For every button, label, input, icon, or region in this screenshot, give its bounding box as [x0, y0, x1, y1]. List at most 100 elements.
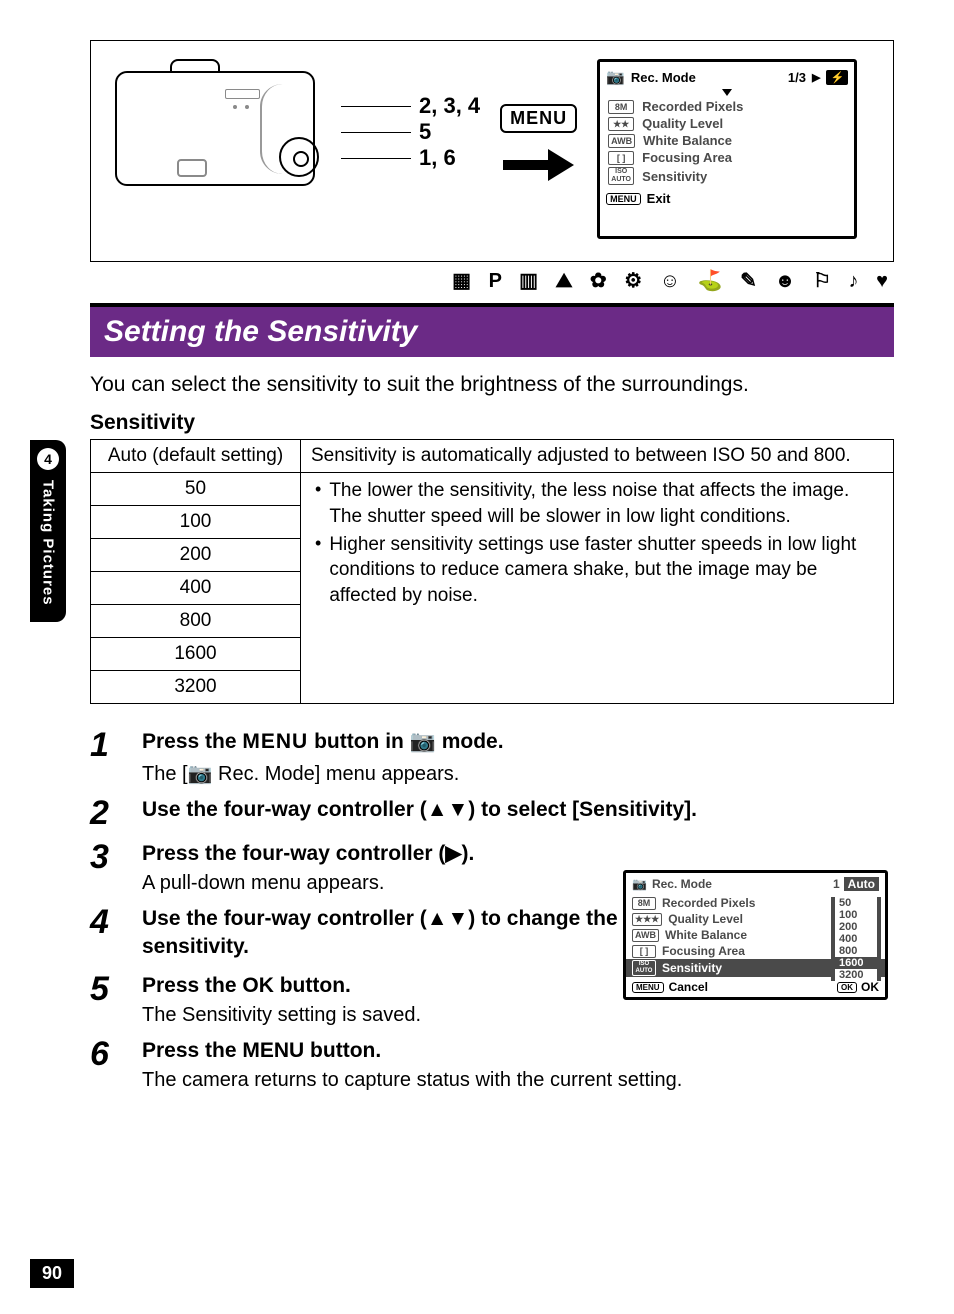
callout-16: 1, 6 — [419, 145, 456, 171]
lcd-preview-2: 📷 Rec. Mode 1 Auto 8M Recorded Pixels ★★★ Q… — [623, 870, 888, 1000]
camera-icon: 📷 — [606, 68, 625, 86]
table-cell: The lower the sensitivity, the less nois… — [301, 473, 894, 704]
dropdown-item: 3200 — [835, 969, 881, 981]
step-sub: A pull-down menu appears. — [142, 872, 474, 895]
lcd1-row-label: Recorded Pixels — [642, 99, 743, 114]
lcd1-row-icon: 8M — [608, 100, 634, 114]
table-cell: 50 — [91, 473, 301, 506]
step-6: 6 Press the MENU button. The camera retu… — [90, 1037, 894, 1092]
step-sub: Rec. Mode] menu appears. — [212, 763, 459, 785]
lcd2-row-label: Focusing Area — [662, 944, 745, 958]
intro-text: You can select the sensitivity to suit t… — [90, 371, 894, 399]
lcd1-page: 1/3 — [788, 70, 806, 85]
chapter-title: Taking Pictures — [40, 480, 57, 606]
flash-icon: ⚡ — [826, 70, 848, 85]
menu-button-inline: MENU — [242, 730, 308, 753]
table-cell: Auto (default setting) — [91, 440, 301, 473]
lcd1-title: Rec. Mode — [631, 70, 696, 85]
step-number: 2 — [90, 796, 120, 830]
lcd2-row-label: Quality Level — [668, 912, 743, 926]
lcd2-title: Rec. Mode — [652, 877, 712, 891]
table-cell: 200 — [91, 539, 301, 572]
lcd1-row-label: White Balance — [643, 133, 732, 148]
lcd2-row-icon: AWB — [632, 929, 659, 942]
page-number: 90 — [30, 1259, 74, 1288]
bullet-text: Higher sensitivity settings use faster s… — [329, 532, 883, 609]
camera-icon: 📷 — [410, 730, 436, 753]
top-diagram: 2, 3, 4 5 1, 6 MENU 📷 Rec. Mode 1/3 — [90, 40, 894, 262]
lcd2-page-num: 1 — [833, 877, 840, 891]
dropdown-item-selected: 1600 — [835, 957, 881, 969]
step-heading: button. — [274, 974, 351, 997]
table-cell: 100 — [91, 506, 301, 539]
lcd2-ok-button: OK — [837, 982, 857, 993]
table-cell: 800 — [91, 605, 301, 638]
step-heading: Press the MENU button. — [142, 1037, 682, 1065]
section-title: Setting the Sensitivity — [90, 303, 894, 357]
l lcd2-ok-label: OK — [861, 980, 879, 994]
step-number: 3 — [90, 840, 120, 895]
table-cell: 400 — [91, 572, 301, 605]
step-heading: Use the four-way controller (▲▼) to chan… — [142, 905, 662, 962]
step-number: 5 — [90, 972, 120, 1027]
step-heading: button in — [308, 730, 409, 753]
lcd1-row-label: Focusing Area — [642, 150, 732, 165]
menu-button-label: MENU — [500, 104, 577, 133]
dropdown-item: 100 — [835, 909, 881, 921]
step-heading: Press the four-way controller (▶). — [142, 840, 474, 868]
step-2: 2 Use the four-way controller (▲▼) to se… — [90, 796, 894, 830]
lcd2-row-label: White Balance — [665, 928, 747, 942]
step-number: 1 — [90, 728, 120, 785]
lcd1-row-label: Sensitivity — [642, 169, 707, 184]
step-number: 6 — [90, 1037, 120, 1092]
chapter-side-tab: 4 Taking Pictures — [30, 440, 66, 622]
dropdown-item: 200 — [835, 921, 881, 933]
camera-illustration — [115, 59, 335, 229]
mode-icons-strip: ▦ P ▥ ⛰ ✿ ⚙ ☺ ⛳ ✎ ☻ ⚐ ♪ ♥ — [90, 268, 894, 293]
step-heading: Use the four-way controller (▲▼) to sele… — [142, 796, 697, 824]
lcd1-exit-label: Exit — [647, 191, 671, 206]
dropdown-item: 400 — [835, 933, 881, 945]
lcd2-row-icon: ★★★ — [632, 913, 662, 926]
table-caption: Sensitivity — [90, 411, 894, 435]
lcd1-row-label: Quality Level — [642, 116, 723, 131]
lcd-preview-1: 📷 Rec. Mode 1/3 ▶ ⚡ 8MRecorded Pixels ★★… — [597, 59, 857, 239]
lcd2-cancel-button: MENU — [632, 982, 664, 993]
menu-arrow: MENU — [500, 104, 577, 181]
lcd1-exit-button: MENU — [606, 193, 641, 205]
chapter-number: 4 — [37, 448, 59, 470]
lcd1-row-icon: AWB — [608, 134, 635, 148]
callout-234: 2, 3, 4 — [419, 93, 480, 119]
lcd2-row-icon: [ ] — [632, 945, 656, 958]
step-sub: The Sensitivity setting is saved. — [142, 1004, 421, 1027]
lcd2-cancel-label: Cancel — [669, 980, 708, 994]
step-heading: Press the — [142, 974, 242, 997]
bullet-text: The lower the sensitivity, the less nois… — [329, 478, 883, 529]
step-1: 1 Press the MENU button in 📷 mode. The [… — [90, 728, 894, 785]
lcd2-dropdown: 50 100 200 400 800 1600 3200 — [831, 897, 881, 981]
step-heading: mode. — [436, 730, 504, 753]
dropdown-item: 50 — [835, 897, 881, 909]
ok-button-inline: OK — [242, 974, 274, 997]
step-number: 4 — [90, 905, 120, 962]
lcd2-page-mode: Auto — [844, 877, 879, 891]
camera-icon: 📷 — [188, 763, 213, 785]
table-cell: 1600 — [91, 638, 301, 671]
lcd2-row-label: Recorded Pixels — [662, 896, 755, 910]
lcd2-row-icon: 8M — [632, 897, 656, 910]
lcd1-row-icon: ★★ — [608, 117, 634, 131]
camera-icon: 📷 — [632, 877, 647, 891]
dropdown-item: 800 — [835, 945, 881, 957]
step-sub: The [ — [142, 763, 188, 785]
step-heading: Press the — [142, 730, 242, 753]
table-cell: Sensitivity is automatically adjusted to… — [301, 440, 894, 473]
lcd1-row-icon: ISO AUTO — [608, 167, 634, 185]
sensitivity-table: Auto (default setting) Sensitivity is au… — [90, 439, 894, 704]
table-cell: 3200 — [91, 671, 301, 704]
lcd2-row-label: Sensitivity — [662, 961, 722, 975]
lcd2-row-icon: ISO AUTO — [632, 960, 656, 976]
callout-5: 5 — [419, 119, 431, 145]
lcd1-row-icon: [ ] — [608, 151, 634, 165]
step-sub: The camera returns to capture status wit… — [142, 1069, 682, 1092]
down-triangle-icon — [722, 89, 732, 96]
